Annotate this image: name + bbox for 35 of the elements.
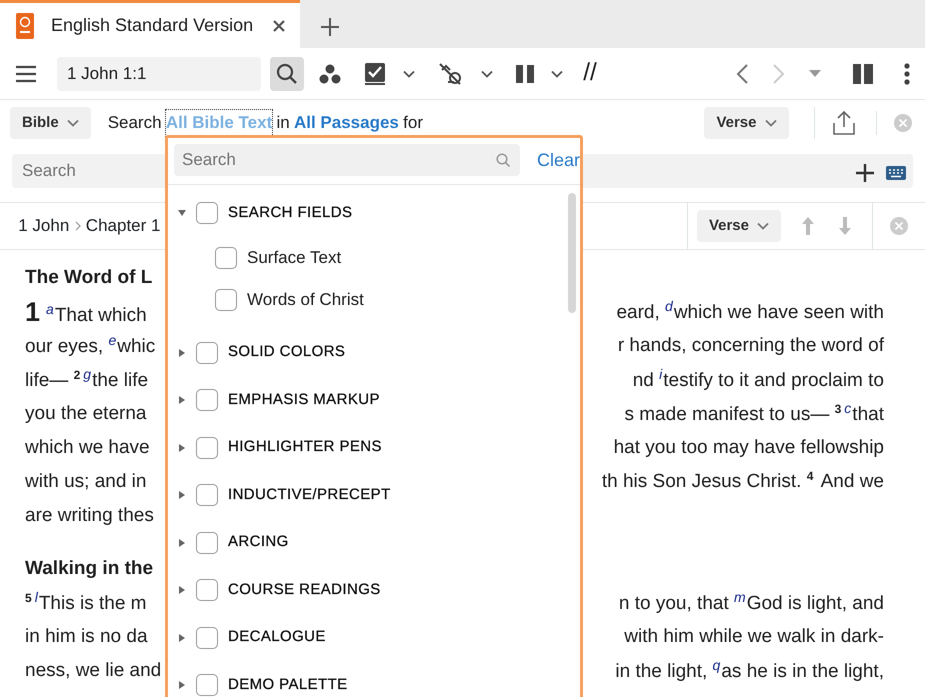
verse-text: nd $^{i}$testify to it and proclaim to <box>632 365 884 394</box>
tab-title: English Standard Version <box>51 14 254 37</box>
search-label: Search <box>108 112 162 134</box>
verse-text: you the eterna <box>25 402 146 426</box>
verse-text: which we have <box>25 436 150 460</box>
verse-text: life— $^{2}$ $^{g}$the life <box>25 365 148 394</box>
section-heading: The Word of L <box>25 266 152 290</box>
search-label: in <box>276 112 290 134</box>
search-label: for <box>403 112 423 134</box>
verse-text: with us; and in <box>25 470 146 494</box>
verse-text: are writing thes <box>25 504 154 528</box>
verse-text: 1 $^{a}$That which <box>25 296 147 329</box>
field-label: Words of Christ <box>247 289 364 311</box>
section-heading: Walking in the <box>25 557 154 582</box>
group-label: ARCING <box>228 532 289 552</box>
verse-text: hat you too may have fellowship <box>614 436 884 460</box>
group-label: HIGHLIGHTER PENS <box>228 437 382 458</box>
group-label: DEMO PALETTE <box>228 674 348 695</box>
verse-text: with him while we walk in dark- <box>624 624 884 649</box>
verse-text: th his Son Jesus Christ. $^{4}$ And we <box>602 468 884 494</box>
verse-text: our eyes, $^{e}$whic <box>25 331 156 360</box>
verse-text: in the light, $^{q}$as he is in the light, <box>615 656 884 684</box>
verse-text: s made manifest to us— $^{3}$ $^{c}$that <box>624 399 884 428</box>
verse-text: in him is no da <box>25 624 148 649</box>
group-label: SOLID COLORS <box>228 342 346 362</box>
verse-text: eard, $^{d}$which we have seen with <box>616 297 884 326</box>
verse-text: ness, we lie and <box>25 658 162 683</box>
field-label: Surface Text <box>247 247 342 269</box>
group-label: EMPHASIS MARKUP <box>228 390 380 410</box>
group-label: INDUCTIVE/PRECEPT <box>228 484 391 505</box>
group-label: SEARCH FIELDS <box>228 202 352 223</box>
verse-text: n to you, that $^{m}$God is light, and <box>618 588 884 616</box>
verse-text: r hands, concerning the word of <box>618 334 884 358</box>
group-label: DECALOGUE <box>228 627 326 648</box>
group-label: COURSE READINGS <box>228 580 381 600</box>
